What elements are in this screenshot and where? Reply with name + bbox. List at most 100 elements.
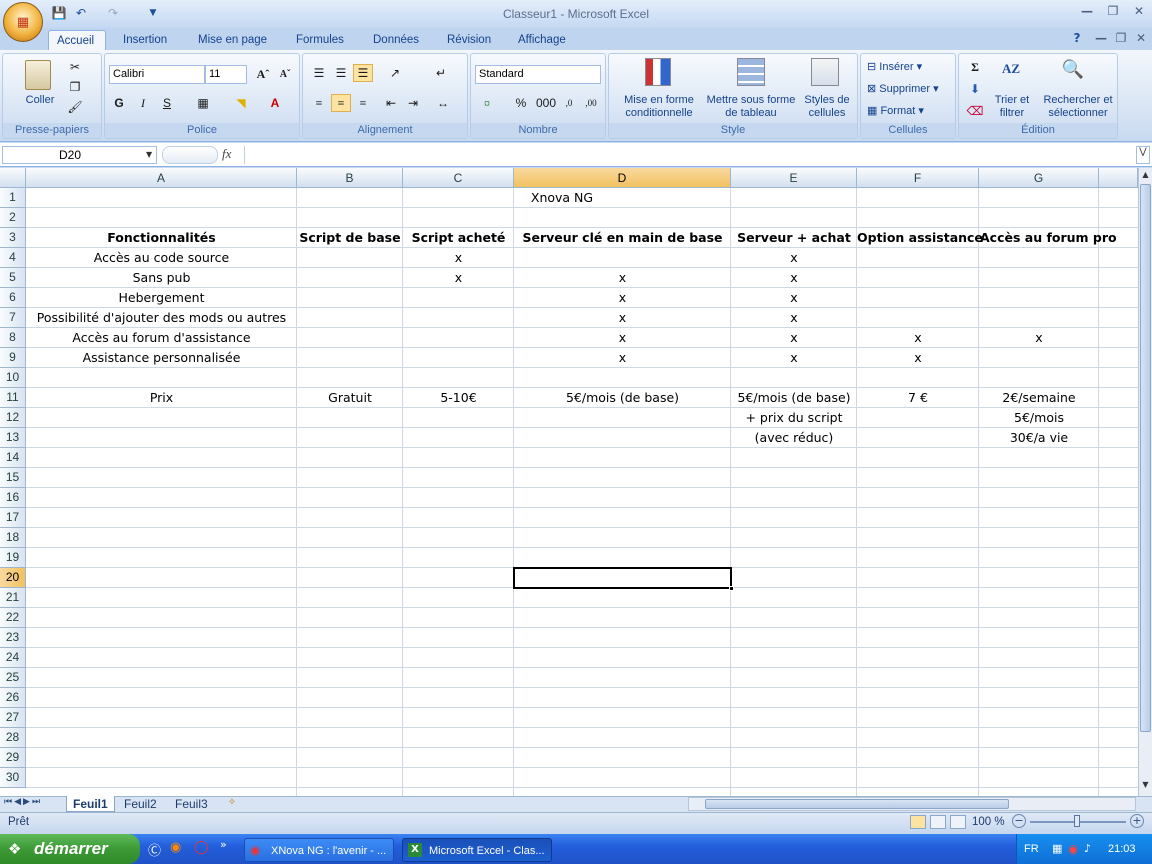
column-header-a[interactable]: A [26,168,297,188]
column-header-d[interactable]: D [514,168,731,188]
cell-a11[interactable]: Prix [26,388,297,408]
row-header[interactable]: 4 [0,248,26,268]
thousands-button[interactable]: 000 [533,94,559,112]
row-header[interactable]: 11 [0,388,26,408]
name-box[interactable]: D20 [2,146,157,164]
formula-input[interactable] [244,146,1134,164]
formula-bar-splitter[interactable] [162,146,218,164]
cell-a3[interactable]: Fonctionnalités [26,228,297,248]
scroll-up-icon[interactable]: ▲ [1140,170,1151,182]
opera-icon[interactable]: ◯ [194,840,209,855]
increase-decimal-icon[interactable]: ,0 [559,94,579,112]
ie-icon[interactable]: Ⓒ [148,840,161,859]
italic-button[interactable]: I [133,94,153,112]
row-header[interactable]: 30 [0,768,26,788]
cell-a7[interactable]: Possibilité d'ajouter des mods ou autres [26,308,297,328]
row-header[interactable]: 23 [0,628,26,648]
help-icon[interactable]: ? [1064,31,1090,49]
horizontal-scrollbar[interactable] [688,797,1136,811]
row-header[interactable]: 24 [0,648,26,668]
underline-button[interactable]: S [157,94,177,112]
row-header[interactable]: 8 [0,328,26,348]
increase-indent-icon[interactable]: ⇥ [403,94,423,112]
select-all-button[interactable] [0,168,26,188]
cell-d11[interactable]: 5€/mois (de base) [514,388,731,408]
grow-font-icon[interactable]: Aˆ [253,65,273,83]
row-header[interactable]: 26 [0,688,26,708]
row-header[interactable]: 27 [0,708,26,728]
format-as-table-button[interactable]: Mettre sous forme de tableau [703,94,799,120]
scroll-down-icon[interactable]: ▼ [1140,780,1151,792]
maximize-button[interactable]: ❐ [1100,4,1126,22]
office-button[interactable]: ▦ [3,2,43,42]
column-header-g[interactable]: G [979,168,1099,188]
row-header[interactable]: 6 [0,288,26,308]
row-header[interactable]: 9 [0,348,26,368]
cell-b3[interactable]: Script de base [297,228,403,248]
cell-d3[interactable]: Serveur clé en main de base [514,228,731,248]
cell-e13[interactable]: (avec réduc) [731,428,857,448]
normal-view-icon[interactable] [910,815,926,829]
cell-g3[interactable]: Accès au forum pro [979,228,1117,248]
orientation-icon[interactable]: ↗ [385,64,405,82]
tray-network-icon[interactable]: ▦ [1052,842,1062,855]
vertical-scroll-thumb[interactable] [1140,184,1151,732]
align-left-icon[interactable]: ≡ [309,94,329,112]
conditional-format-button[interactable]: Mise en forme conditionnelle [611,94,707,120]
row-header[interactable]: 2 [0,208,26,228]
cell-a6[interactable]: Hebergement [26,288,297,308]
format-cells-button[interactable]: ▦ Format ▾ [867,104,924,117]
cell-d5[interactable]: x [514,268,731,288]
tab-mise-en-page[interactable]: Mise en page [190,30,275,51]
align-middle-icon[interactable]: ☰ [331,64,351,82]
row-header[interactable]: 20 [0,568,26,588]
cell-d6[interactable]: x [514,288,731,308]
decrease-decimal-icon[interactable]: ,00 [581,94,601,112]
cell-f3[interactable]: Option assistance [857,228,983,248]
vertical-scrollbar[interactable]: ▲ ▼ [1138,168,1152,796]
cell-g12[interactable]: 5€/mois [979,408,1099,428]
language-indicator[interactable]: FR [1024,843,1039,855]
paste-button[interactable]: Coller [17,94,63,107]
row-header[interactable]: 25 [0,668,26,688]
delete-cells-button[interactable]: ⊠ Supprimer ▾ [867,82,939,95]
tab-donnees[interactable]: Données [365,30,427,51]
merge-center-icon[interactable]: ↔ [433,94,453,112]
fill-icon[interactable]: ⬇ [965,80,985,98]
taskbar-item-excel[interactable]: Microsoft Excel - Clas... [402,838,552,862]
close-button[interactable]: ✕ [1126,4,1152,22]
undo-icon[interactable]: ↶ [72,5,90,21]
cell-d8[interactable]: x [514,328,731,348]
cell-c4[interactable]: x [403,248,514,268]
row-header[interactable]: 18 [0,528,26,548]
wrap-text-icon[interactable]: ↵ [431,64,451,82]
cell-g11[interactable]: 2€/semaine [979,388,1099,408]
cell-f11[interactable]: 7 € [857,388,979,408]
tray-volume-icon[interactable]: ♪ [1084,842,1091,855]
column-header-c[interactable]: C [403,168,514,188]
insert-cells-button[interactable]: ⊟ Insérer ▾ [867,60,922,73]
sheet-tab-feuil3[interactable]: Feuil3 [169,796,214,812]
column-header-b[interactable]: B [297,168,403,188]
cell-e9[interactable]: x [731,348,857,368]
cell-c3[interactable]: Script acheté [403,228,514,248]
column-header-e[interactable]: E [731,168,857,188]
row-header[interactable]: 29 [0,748,26,768]
fill-color-icon[interactable]: ◥ [231,94,251,112]
zoom-out-icon[interactable]: − [1012,814,1026,828]
align-top-icon[interactable]: ☰ [309,64,329,82]
cell-a4[interactable]: Accès au code source [26,248,297,268]
cell-e4[interactable]: x [731,248,857,268]
tray-antivirus-icon[interactable]: ◉ [1068,842,1078,856]
sheet-nav-arrows-icon[interactable]: ⏮◀▶⏭ [4,797,42,807]
sheet-tab-feuil2[interactable]: Feuil2 [118,796,163,812]
cut-icon[interactable]: ✂ [65,58,85,76]
cell-f8[interactable]: x [857,328,979,348]
page-layout-view-icon[interactable] [930,815,946,829]
autosum-icon[interactable]: Σ [965,58,985,76]
cell-d1-title[interactable]: Xnova NG [514,188,610,208]
row-header[interactable]: 10 [0,368,26,388]
cell-d7[interactable]: x [514,308,731,328]
format-painter-icon[interactable]: 🖌 [65,98,85,116]
row-header[interactable]: 14 [0,448,26,468]
